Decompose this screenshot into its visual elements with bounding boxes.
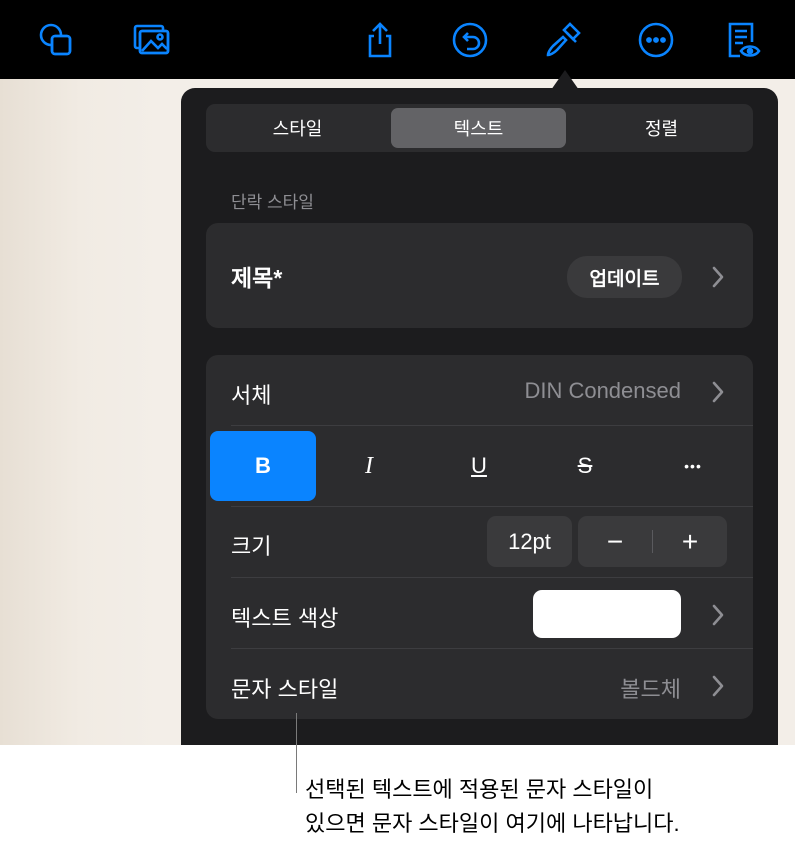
paragraph-style-header: 단락 스타일 [231, 193, 314, 212]
italic-label: I [365, 452, 373, 479]
tab-style[interactable]: 스타일 [206, 108, 389, 148]
undo-icon[interactable] [448, 18, 492, 62]
divider [231, 648, 753, 649]
bold-label: B [255, 453, 271, 478]
format-brush-icon[interactable] [541, 18, 585, 62]
popover-caret [551, 70, 579, 90]
divider [231, 425, 753, 426]
shapes-icon[interactable] [34, 18, 78, 62]
underline-label: U [471, 453, 487, 478]
font-value[interactable]: DIN Condensed [524, 378, 681, 404]
tab-text[interactable]: 텍스트 [391, 108, 566, 148]
decrease-size-button[interactable]: − [578, 526, 652, 558]
paragraph-style-name: 제목* [231, 265, 283, 291]
underline-button[interactable]: U [426, 431, 532, 501]
size-stepper: − + [578, 516, 727, 567]
update-style-button[interactable]: 업데이트 [567, 256, 682, 298]
text-color-swatch[interactable] [533, 590, 681, 638]
callout-line-1: 선택된 텍스트에 적용된 문자 스타일이 [305, 777, 654, 802]
callout-text: 선택된 텍스트에 적용된 문자 스타일이 있으면 문자 스타일이 여기에 나타납… [305, 773, 680, 841]
divider [231, 577, 753, 578]
text-color-label: 텍스트 색상 [231, 606, 339, 631]
character-style-label: 문자 스타일 [231, 677, 339, 702]
italic-button[interactable]: I [316, 431, 422, 501]
more-options-button[interactable]: ••• [640, 431, 746, 501]
character-style-value[interactable]: 볼드체 [620, 672, 681, 704]
size-value[interactable]: 12pt [487, 516, 572, 567]
chevron-right-icon[interactable] [711, 381, 725, 403]
strikethrough-button[interactable]: S [532, 431, 638, 501]
chevron-right-icon[interactable] [711, 675, 725, 697]
bold-button[interactable]: B [210, 431, 316, 501]
share-icon[interactable] [358, 18, 402, 62]
more-options-label: ••• [684, 458, 702, 474]
divider [231, 506, 753, 507]
more-icon[interactable] [634, 18, 678, 62]
callout-leader-line [296, 713, 297, 793]
callout-line-2: 있으면 문자 스타일이 여기에 나타납니다. [305, 811, 680, 836]
toolbar [0, 0, 795, 79]
media-icon[interactable] [129, 18, 173, 62]
tab-arrange[interactable]: 정렬 [570, 108, 753, 148]
format-tab-bar: 스타일 텍스트 정렬 [206, 104, 753, 152]
font-label: 서체 [231, 383, 272, 408]
size-label: 크기 [231, 534, 272, 559]
strikethrough-label: S [577, 453, 593, 478]
chevron-right-icon [712, 266, 724, 288]
chevron-right-icon[interactable] [711, 604, 725, 626]
increase-size-button[interactable]: + [653, 526, 727, 558]
reader-view-icon[interactable] [720, 18, 764, 62]
